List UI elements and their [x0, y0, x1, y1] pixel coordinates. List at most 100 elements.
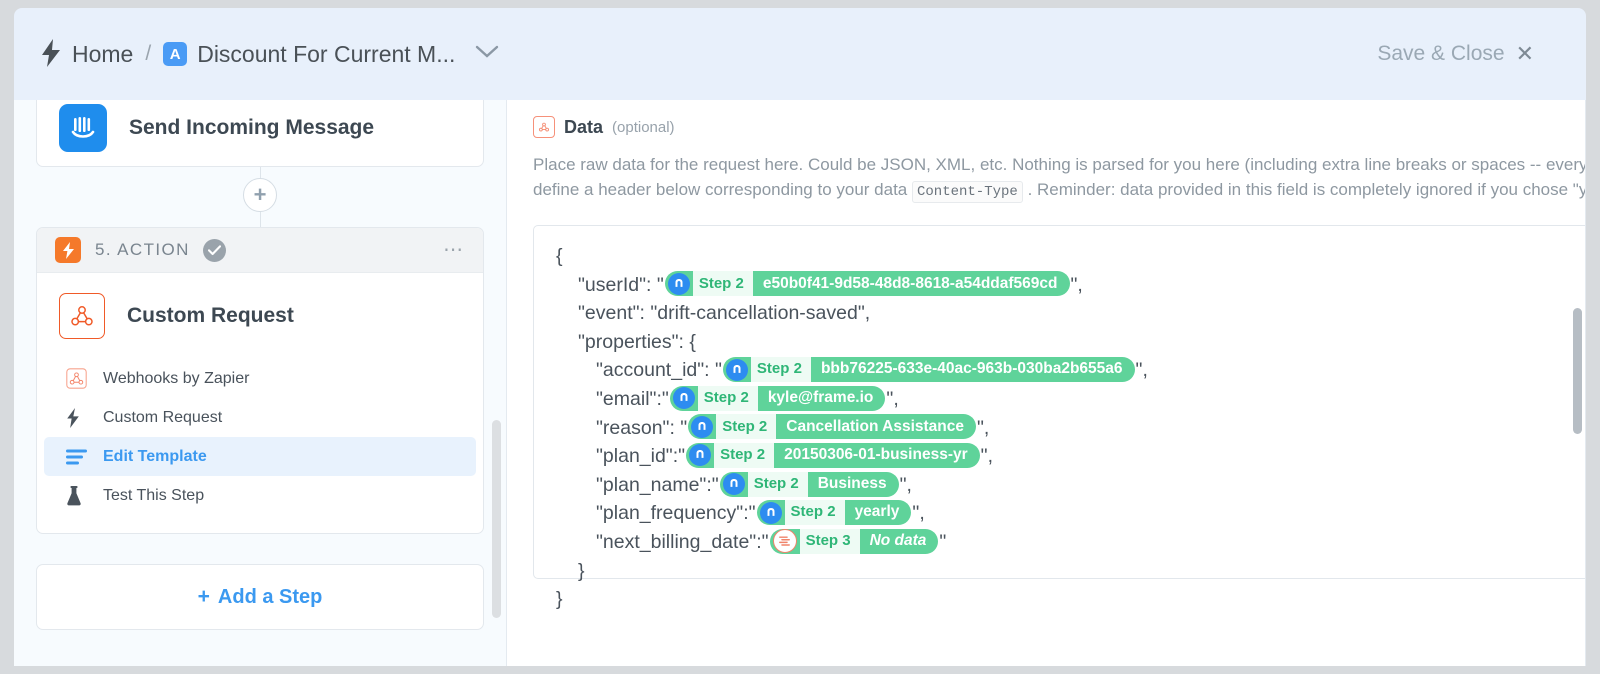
field-token-pill[interactable]: Step 2 e50b0f41-9d58-48d8-8618-a54ddaf569…	[664, 271, 1070, 297]
pill-value: 20150306-01-business-yr	[784, 446, 968, 464]
field-token-pill[interactable]: Step 2 yearly	[756, 500, 912, 526]
code-line[interactable]: "next_billing_date":" Step 3 No data "	[556, 528, 1586, 557]
code-text: "reason": "	[596, 416, 688, 439]
field-header: Data (optional)	[533, 116, 1586, 138]
code-text-suffix: ",	[977, 416, 990, 439]
pill-step-label: Step 2	[697, 385, 758, 411]
template-lines-icon	[66, 449, 92, 465]
code-line[interactable]: "reason": " Step 2 Cancellation Assistance…	[556, 414, 1586, 443]
close-icon[interactable]: ✕	[1516, 41, 1534, 67]
code-text: "properties": {	[578, 330, 696, 353]
code-line[interactable]: "email":" Step 2 kyle@frame.io ",	[556, 385, 1586, 414]
add-a-step-label: Add a Step	[217, 585, 323, 608]
code-text-suffix: "	[939, 530, 947, 553]
code-text: "userId": "	[578, 273, 664, 296]
pill-step-label: Step 2	[750, 357, 811, 383]
pill-value: kyle@frame.io	[767, 388, 874, 406]
pill-value: Cancellation Assistance	[786, 417, 964, 435]
intercom-icon	[59, 103, 107, 152]
sidebar-item-edit-template[interactable]: Edit Template	[44, 437, 476, 476]
webhooks-icon	[66, 368, 92, 389]
code-line[interactable]: "plan_name":" Step 2 Business ",	[556, 471, 1586, 500]
pill-step-label: Step 2	[714, 442, 775, 468]
zap-letter-badge: A	[163, 42, 188, 66]
main-scrollbar[interactable]	[1573, 308, 1582, 434]
field-help-part2: . Reminder: data provided in this field …	[1027, 180, 1586, 199]
code-text-suffix: ",	[980, 445, 993, 468]
code-line[interactable]: }	[556, 585, 1586, 614]
check-circle-icon	[202, 238, 226, 262]
content-area: Send Incoming Message + 5. ACTION ⋯ Cust…	[14, 100, 1586, 666]
pill-step-label: Step 3	[799, 528, 860, 554]
sidebar-item-label: Custom Request	[103, 408, 223, 426]
action-number-label: 5. ACTION	[95, 240, 190, 259]
content-type-code-chip: Content-Type	[912, 181, 1023, 203]
current-action-card: 5. ACTION ⋯ Custom Request Webhooks by Z…	[36, 227, 484, 534]
code-line[interactable]: "plan_id":" Step 2 20150306-01-business-yr…	[556, 442, 1586, 471]
pill-step-label: Step 2	[716, 414, 777, 440]
chevron-down-icon[interactable]	[475, 45, 499, 64]
code-text-suffix: ",	[912, 502, 925, 525]
top-bar: Home / A Discount For Current M... Save …	[14, 8, 1586, 100]
pill-value: yearly	[854, 503, 900, 521]
field-token-pill[interactable]: Step 2 bbb76225-633e-40ac-963b-030ba2b655…	[722, 357, 1135, 383]
drift-icon	[722, 473, 745, 496]
save-and-close-button[interactable]: Save & Close ✕	[1377, 8, 1534, 100]
code-line[interactable]: "event": "drift-cancellation-saved",	[556, 299, 1586, 328]
breadcrumb-zap-title[interactable]: Discount For Current M...	[197, 41, 455, 68]
code-text: "account_id": "	[596, 359, 722, 382]
code-line[interactable]: "properties": {	[556, 328, 1586, 357]
action-card-body: Custom Request Webhooks by Zapier Custom…	[37, 273, 483, 533]
breadcrumb-separator: /	[145, 42, 152, 65]
code-line[interactable]: "plan_frequency":" Step 2 yearly ",	[556, 499, 1586, 528]
previous-step-title: Send Incoming Message	[129, 115, 375, 139]
action-app-title: Custom Request	[127, 304, 294, 327]
code-text: {	[556, 245, 563, 267]
pill-step-label: Step 2	[784, 500, 845, 526]
add-a-step-button[interactable]: + Add a Step	[36, 564, 484, 630]
field-editor-pane: Data (optional) Place raw data for the r…	[507, 100, 1586, 666]
code-lines[interactable]: {"userId": " Step 2 e50b0f41-9d58-48d8-861…	[534, 226, 1586, 614]
code-line[interactable]: {	[556, 242, 1586, 271]
zap-icon	[55, 237, 81, 263]
previous-step-card[interactable]: Send Incoming Message	[36, 100, 484, 167]
drift-icon	[725, 358, 748, 381]
field-token-pill[interactable]: Step 2 kyle@frame.io	[669, 385, 886, 411]
data-code-editor[interactable]: {"userId": " Step 2 e50b0f41-9d58-48d8-861…	[533, 225, 1586, 610]
code-text-suffix: ",	[1070, 273, 1083, 296]
sidebar-item-webhooks-by-zapier[interactable]: Webhooks by Zapier	[44, 359, 476, 398]
code-line[interactable]: }	[556, 557, 1586, 586]
sidebar-item-test-this-step[interactable]: Test This Step	[44, 476, 476, 515]
breadcrumb-home[interactable]: Home	[72, 41, 133, 68]
field-optional-label: (optional)	[612, 118, 675, 136]
field-token-pill[interactable]: Step 2 20150306-01-business-yr	[686, 442, 980, 468]
code-text: "next_billing_date":"	[596, 530, 769, 553]
sidebar-item-custom-request[interactable]: Custom Request	[44, 398, 476, 437]
step-connector: +	[14, 167, 506, 227]
pill-value: bbb76225-633e-40ac-963b-030ba2b655a6	[820, 360, 1123, 378]
field-name-label: Data	[564, 116, 604, 137]
lightning-icon	[40, 39, 62, 69]
code-text: "plan_id":"	[596, 445, 686, 468]
pill-step-label: Step 2	[747, 471, 808, 497]
app-root: Home / A Discount For Current M... Save …	[0, 0, 1600, 674]
ellipsis-icon[interactable]: ⋯	[443, 240, 465, 260]
field-help-text: Place raw data for the request here. Cou…	[533, 152, 1586, 205]
sidebar-item-label: Webhooks by Zapier	[103, 369, 250, 387]
drift-icon	[667, 272, 690, 295]
action-app-row: Custom Request	[37, 293, 483, 339]
add-step-between-button[interactable]: +	[243, 178, 277, 212]
pill-value: No data	[869, 531, 927, 549]
sidebar-scrollbar[interactable]	[492, 420, 501, 618]
flask-icon	[66, 485, 92, 506]
drift-icon	[759, 501, 782, 524]
code-text: "email":"	[596, 387, 669, 410]
field-token-pill[interactable]: Step 2 Business	[719, 471, 899, 497]
code-text: "event": "drift-cancellation-saved",	[578, 302, 871, 325]
pill-value: e50b0f41-9d58-48d8-8618-a54ddaf569cd	[762, 274, 1058, 292]
field-token-pill[interactable]: Step 2 Cancellation Assistance	[688, 414, 976, 440]
code-line[interactable]: "account_id": " Step 2 bbb76225-633e-40ac-…	[556, 356, 1586, 385]
code-line[interactable]: "userId": " Step 2 e50b0f41-9d58-48d8-8618…	[556, 271, 1586, 300]
field-token-pill[interactable]: Step 3 No data	[769, 528, 939, 554]
sidebar-item-label: Test This Step	[103, 486, 205, 504]
